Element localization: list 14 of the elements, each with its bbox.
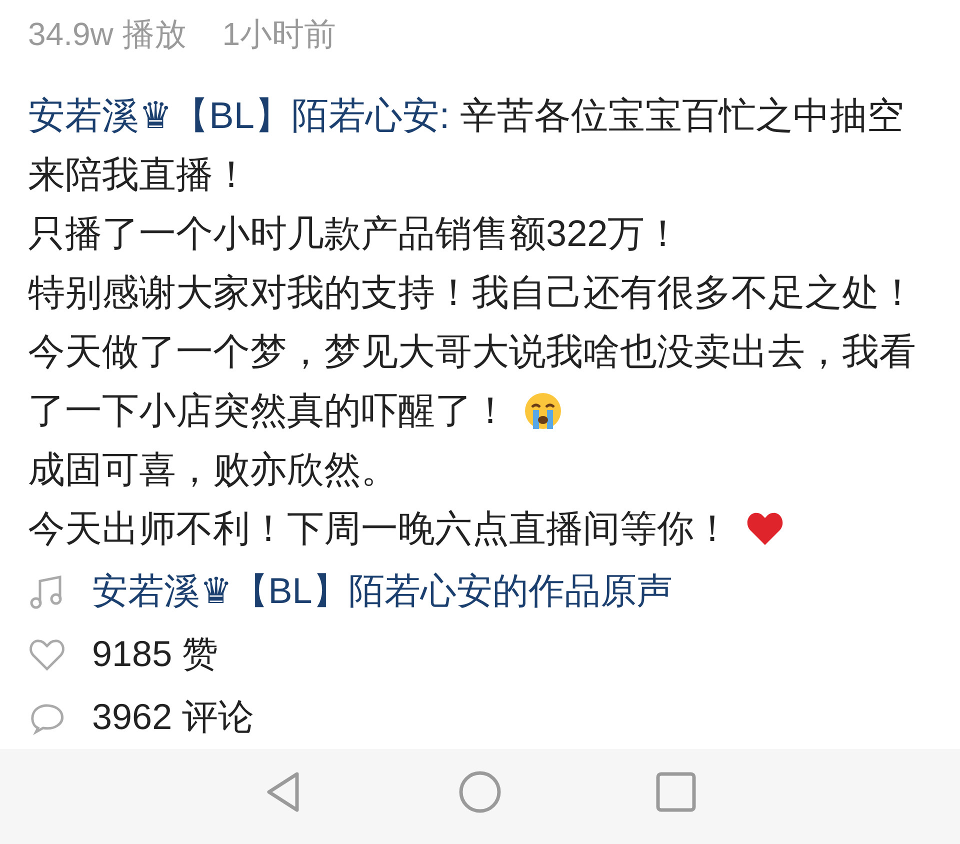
post-text-line: 成固可喜，败亦欣然。 [28,448,398,492]
post-text-line: 来陪我直播！ [28,153,250,197]
comment-count: 3962 评论 [92,695,254,739]
post-text-line: 今天做了一个梦，梦见大哥大说我啥也没卖出去，我看 [28,330,916,374]
post-text-line: 安若溪♛【BL】陌若心安: 辛苦各位宝宝百忙之中抽空 [28,94,904,138]
play-count: 34.9w 播放 [28,15,186,54]
home-icon[interactable] [457,768,503,814]
like-count: 9185 赞 [92,632,218,676]
post-text-line: 了一下小店突然真的吓醒了！ [28,389,509,433]
post-text-line: 今天出师不利！下周一晚六点直播间等你！ [28,507,731,551]
post-text-line: 只播了一个小时几款产品销售额322万！ [28,212,682,256]
post-time: 1小时前 [222,15,336,54]
original-sound-link[interactable]: 安若溪♛【BL】陌若心安的作品原声 [92,567,672,616]
post-text-line: 特别感谢大家对我的支持！我自己还有很多不足之处！ [28,271,916,315]
